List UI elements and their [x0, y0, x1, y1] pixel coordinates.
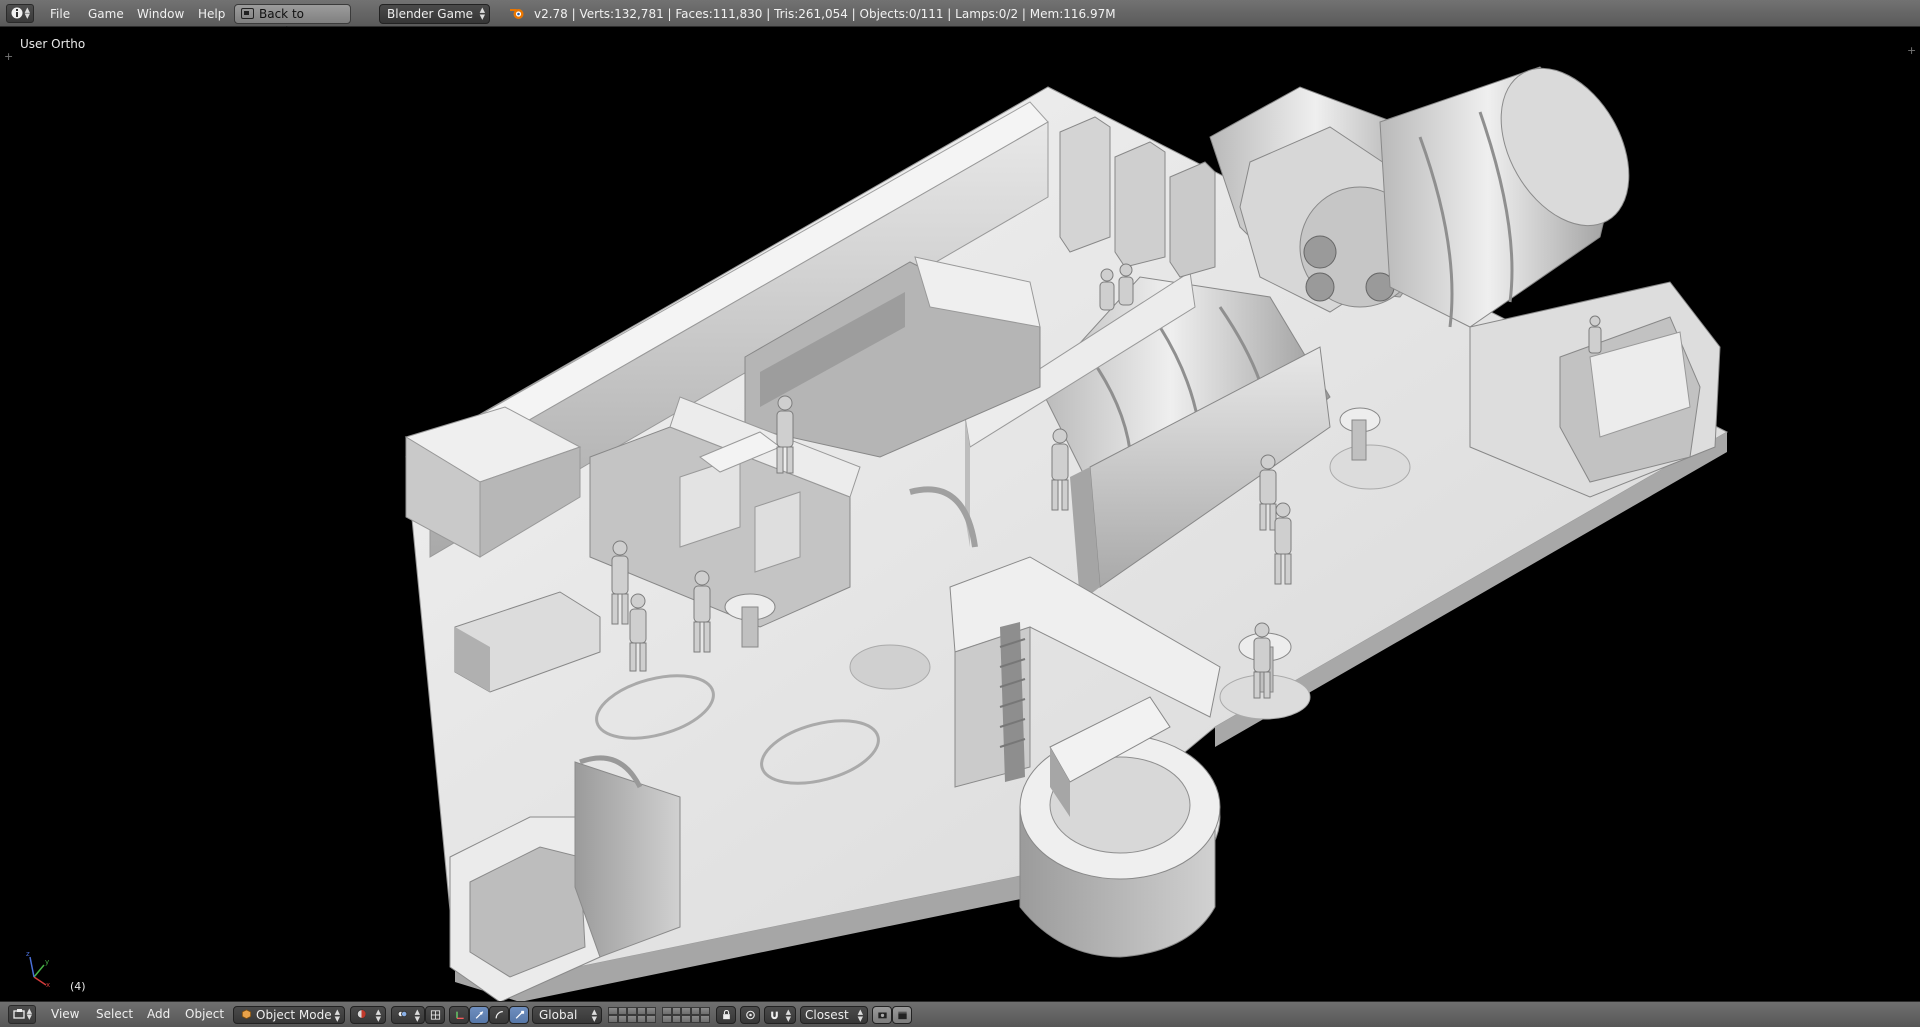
- layer-button[interactable]: [700, 1007, 710, 1015]
- updown-arrows-icon: ▲ ▼: [591, 1008, 597, 1023]
- back-to-previous-button[interactable]: Back to Previous: [234, 4, 351, 39]
- layer-button[interactable]: [662, 1015, 672, 1023]
- layer-button[interactable]: [681, 1015, 691, 1023]
- menu-window[interactable]: Window: [137, 6, 184, 22]
- menu-help[interactable]: Help: [198, 6, 225, 22]
- axis-label-z: z: [26, 950, 30, 958]
- manipulator-icon: [456, 1011, 464, 1019]
- updown-arrows-icon: ▲ ▼: [26, 1007, 32, 1021]
- menu-object[interactable]: Object: [185, 1006, 224, 1022]
- translate-manipulator-button[interactable]: [469, 1006, 489, 1024]
- screen-icon: [241, 8, 254, 19]
- rotate-icon: [495, 1011, 503, 1019]
- render-animation-button[interactable]: [892, 1006, 912, 1024]
- render-engine-label: Blender Game: [387, 7, 474, 21]
- menu-select[interactable]: Select: [96, 1006, 133, 1022]
- snap-element-select[interactable]: ▲ ▼: [764, 1006, 796, 1024]
- layer-button[interactable]: [617, 1007, 628, 1015]
- 3d-view-header: ▲ ▼ View Select Add Object Object Mode ▲ ▼…: [0, 1001, 1920, 1027]
- layer-button[interactable]: [681, 1007, 691, 1015]
- pivot-only-locations-toggle[interactable]: [425, 1006, 445, 1024]
- layer-button[interactable]: [627, 1015, 637, 1023]
- axis-label-y: y: [45, 958, 49, 966]
- area-split-icon[interactable]: +: [4, 50, 13, 63]
- snap-magnet-icon: [771, 1011, 778, 1020]
- manipulator-toggle[interactable]: [449, 1006, 469, 1024]
- clapperboard-icon: [898, 1011, 907, 1020]
- camera-icon: [878, 1012, 887, 1019]
- grid-icon: [430, 1010, 441, 1020]
- scene-statistics: v2.78 | Verts:132,781 | Faces:111,830 | …: [534, 7, 1116, 21]
- layer-button[interactable]: [646, 1007, 656, 1015]
- layer-button[interactable]: [690, 1007, 701, 1015]
- layer-button[interactable]: [671, 1007, 682, 1015]
- layer-button[interactable]: [700, 1015, 710, 1023]
- layer-lock-toggle[interactable]: [716, 1006, 736, 1024]
- updown-arrows-icon: ▲ ▼: [375, 1008, 381, 1023]
- mode-label: Object Mode: [256, 1008, 332, 1022]
- updown-arrows-icon: ▲ ▼: [414, 1008, 420, 1023]
- pivot-point-select[interactable]: ▲ ▼: [391, 1006, 425, 1024]
- viewport-shading-select[interactable]: ▲ ▼: [350, 1006, 386, 1024]
- updown-arrows-icon: ▲ ▼: [857, 1008, 863, 1023]
- scale-manipulator-button[interactable]: [509, 1006, 529, 1024]
- layer-button[interactable]: [690, 1015, 701, 1023]
- proportional-edit-icon: [746, 1010, 755, 1020]
- updown-arrows-icon: ▲ ▼: [785, 1008, 791, 1023]
- spaceship-model-render: [404, 66, 1729, 1001]
- layer-button[interactable]: [608, 1007, 618, 1015]
- layer-grid-left[interactable]: [608, 1007, 656, 1023]
- updown-arrows-icon: ▲ ▼: [334, 1008, 340, 1023]
- menu-view[interactable]: View: [51, 1006, 79, 1022]
- render-opengl-button[interactable]: [872, 1006, 892, 1024]
- info-icon: [11, 7, 23, 19]
- pivot-point-icon: [397, 1010, 408, 1018]
- layer-button[interactable]: [636, 1015, 647, 1023]
- layer-button[interactable]: [608, 1015, 618, 1023]
- area-split-icon[interactable]: +: [1907, 44, 1916, 57]
- layer-button[interactable]: [662, 1007, 672, 1015]
- layer-button[interactable]: [671, 1015, 682, 1023]
- menu-add[interactable]: Add: [147, 1006, 170, 1022]
- menu-game[interactable]: Game: [88, 6, 124, 22]
- axis-gizmo: x y z: [26, 950, 50, 987]
- editor-type-selector[interactable]: ▲ ▼: [6, 4, 34, 23]
- layer-button[interactable]: [636, 1007, 647, 1015]
- lock-icon: [723, 1010, 730, 1020]
- translate-arrow-icon: [475, 1011, 484, 1019]
- updown-arrows-icon: ▲ ▼: [24, 6, 30, 20]
- render-engine-select[interactable]: Blender Game ▲ ▼: [379, 4, 490, 24]
- rotate-manipulator-button[interactable]: [489, 1006, 509, 1024]
- layer-grid-right[interactable]: [662, 1007, 710, 1023]
- blender-logo-icon: [510, 9, 524, 19]
- editor-type-selector[interactable]: ▲ ▼: [8, 1005, 36, 1024]
- axis-label-x: x: [46, 981, 50, 987]
- proportional-edit-toggle[interactable]: [740, 1006, 760, 1024]
- mode-select[interactable]: Object Mode ▲ ▼: [233, 1006, 345, 1024]
- transform-orientation-select[interactable]: Global ▲ ▼: [532, 1006, 602, 1024]
- solid-shading-icon: [356, 1009, 367, 1019]
- orientation-label: Global: [539, 1008, 578, 1022]
- scale-icon: [515, 1010, 525, 1019]
- snap-target-label: Closest: [805, 1008, 849, 1022]
- updown-arrows-icon: ▲ ▼: [479, 6, 485, 21]
- snap-target-select[interactable]: Closest ▲ ▼: [800, 1006, 868, 1024]
- info-header: ▲▼ File Game Window Help Back to Previou…: [0, 0, 1920, 39]
- 3d-view-icon: [13, 1009, 25, 1019]
- layer-button[interactable]: [646, 1015, 656, 1023]
- current-frame-label: (4): [70, 980, 86, 993]
- layer-button[interactable]: [617, 1015, 628, 1023]
- object-mode-icon: [241, 1009, 252, 1019]
- viewport-view-name: User Ortho: [20, 37, 86, 51]
- 3d-viewport[interactable]: User Ortho + + x y z (4): [0, 27, 1920, 1001]
- menu-file[interactable]: File: [50, 6, 70, 22]
- layer-button[interactable]: [627, 1007, 637, 1015]
